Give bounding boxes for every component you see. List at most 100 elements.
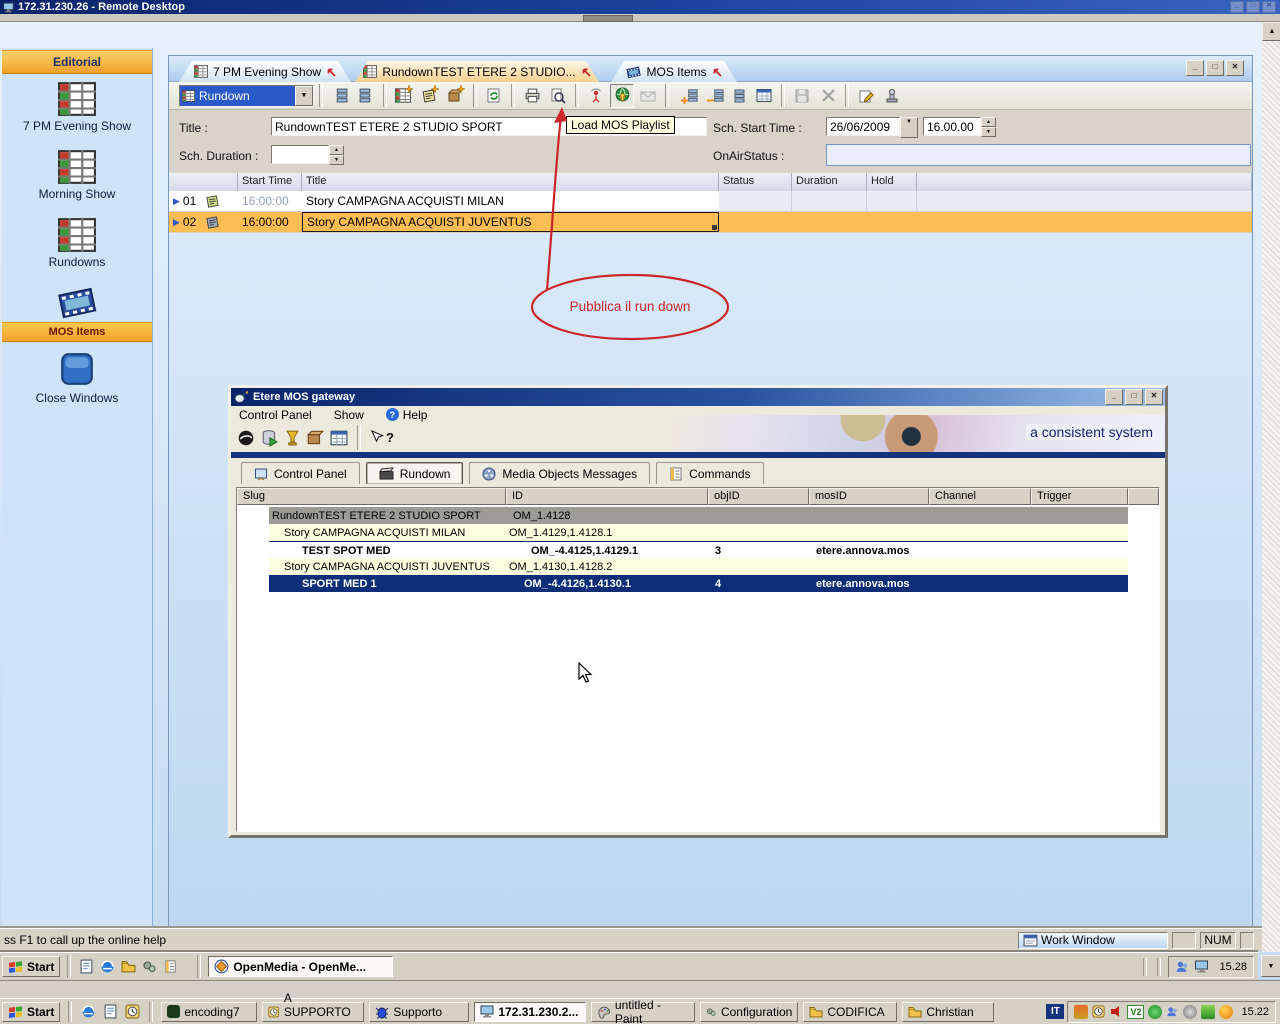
tray-clock-icon[interactable] (1092, 1005, 1105, 1018)
date-dropdown-button[interactable]: ▼ (900, 117, 918, 138)
gateway-close-button[interactable]: ✕ (1145, 389, 1163, 405)
cell-resize-handle[interactable] (712, 225, 717, 230)
col-slug[interactable]: Slug (237, 488, 506, 505)
taskbar-codifica[interactable]: CODIFICA (803, 1002, 897, 1022)
menu-control-panel[interactable]: Control Panel (239, 408, 312, 422)
col-title[interactable]: Title (302, 173, 719, 191)
print-button[interactable] (520, 84, 544, 108)
col-status[interactable]: Status (719, 173, 792, 191)
start-date-picker[interactable]: 26/06/2009 ▼ (826, 117, 918, 138)
taskbar-a-supporto[interactable]: A SUPPORTO ... (262, 1002, 364, 1022)
tray-grid-icon[interactable] (1074, 1005, 1088, 1019)
start-time-spinner[interactable]: 16.00.00 ▲ ▼ (923, 117, 996, 136)
insert-row-button[interactable] (674, 84, 698, 108)
save-button[interactable] (790, 84, 814, 108)
quicklaunch-clock-icon[interactable] (124, 1003, 141, 1020)
tray-volume-icon[interactable] (1109, 1005, 1123, 1019)
taskbar-christian[interactable]: Christian (902, 1002, 994, 1022)
tab-mos-items[interactable]: MOS Items (611, 61, 737, 82)
new-story-button[interactable] (418, 84, 442, 108)
world-icon[interactable] (237, 429, 255, 447)
load-mos-playlist-button[interactable] (610, 84, 634, 108)
rd-close-button[interactable]: ✕ (1262, 1, 1276, 13)
database-run-icon[interactable] (261, 429, 279, 447)
grid-row-test-spot-med[interactable]: TEST SPOT MED OM_-4.4125,1.4129.1 3 eter… (269, 541, 1128, 559)
col-id[interactable]: ID (506, 488, 708, 505)
time-down-button[interactable]: ▼ (981, 127, 996, 137)
col-channel[interactable]: Channel (929, 488, 1031, 505)
context-help-icon[interactable]: ? (370, 430, 394, 445)
columns-setup-button[interactable] (752, 84, 776, 108)
menu-help[interactable]: ? Help (386, 408, 428, 422)
scroll-down-button[interactable]: ▼ (1261, 955, 1280, 977)
print-preview-button[interactable] (546, 84, 570, 108)
tray-gray-icon[interactable] (1183, 1005, 1197, 1019)
window-close-button[interactable]: ✕ (1226, 60, 1244, 76)
tray-green-icon[interactable] (1148, 1005, 1162, 1019)
new-rundown-button[interactable] (392, 84, 416, 108)
quicklaunch-notes-icon[interactable] (162, 958, 179, 975)
on-air-button[interactable] (584, 84, 608, 108)
col-trigger[interactable]: Trigger (1031, 488, 1128, 505)
indent-row-button[interactable] (354, 84, 378, 108)
packages-icon[interactable] (306, 429, 324, 447)
work-window-panel[interactable]: Work Window (1018, 932, 1168, 949)
tab-rundowntest-etere[interactable]: RundownTEST ETERE 2 STUDIO... (355, 61, 599, 82)
grid-row-sport-med-1-selected[interactable]: SPORT MED 1 OM_-4.4126,1.4130.1 4 etere.… (269, 575, 1128, 592)
tray-users-icon[interactable] (1175, 959, 1190, 974)
grid-row-story-milan[interactable]: Story CAMPAGNA ACQUISTI MILAN OM_1.4129,… (269, 524, 1128, 541)
duration-up-button[interactable]: ▲ (329, 145, 344, 155)
duration-down-button[interactable]: ▼ (329, 155, 344, 165)
tab-7pm-evening-show[interactable]: 7 PM Evening Show (179, 61, 351, 82)
language-indicator[interactable]: IT (1046, 1004, 1064, 1019)
delete-row-button[interactable] (700, 84, 724, 108)
taskbar-configuration[interactable]: Configuration (700, 1002, 798, 1022)
col-mosid[interactable]: mosID (809, 488, 929, 505)
remote-start-button[interactable]: Start (2, 956, 60, 977)
gateway-tab-media-objects-messages[interactable]: Media Objects Messages (469, 462, 650, 484)
send-mail-button[interactable] (636, 84, 660, 108)
sidebar-item-mos-items[interactable]: MOS Items (2, 284, 152, 342)
new-package-button[interactable] (444, 84, 468, 108)
tray-display-icon[interactable] (1194, 960, 1209, 973)
approve-stamp-button[interactable] (880, 84, 904, 108)
col-hold[interactable]: Hold (867, 173, 917, 191)
gateway-tab-rundown[interactable]: Rundown (366, 462, 464, 484)
quicklaunch-folder-icon[interactable] (120, 958, 137, 975)
taskbar-openmedia-button[interactable]: OpenMedia - OpenMe... (208, 956, 393, 977)
tray-users-icon[interactable] (1166, 1005, 1179, 1018)
duration-spinner[interactable]: ▲ ▼ (271, 145, 344, 164)
taskbar-supporto[interactable]: Supporto (369, 1002, 469, 1022)
taskbar-paint[interactable]: untitled - Paint (591, 1002, 695, 1022)
quicklaunch-ie-icon[interactable] (99, 958, 116, 975)
rd-vertical-scrollbar[interactable]: ▲ (1262, 22, 1280, 952)
col-duration[interactable]: Duration (792, 173, 867, 191)
quicklaunch-ie-icon[interactable] (80, 1003, 97, 1020)
tray-v2-icon[interactable]: V2 (1127, 1005, 1144, 1019)
quicklaunch-document-icon[interactable] (78, 958, 95, 975)
grid-row-story-juventus[interactable]: Story CAMPAGNA ACQUISTI JUVENTUS OM_1.41… (269, 558, 1128, 575)
quicklaunch-gears-icon[interactable] (141, 958, 158, 975)
grid-window-icon[interactable] (330, 430, 348, 446)
sidebar-item-7pm-evening-show[interactable]: 7 PM Evening Show (2, 82, 152, 133)
grid-row-rundown[interactable]: RundownTEST ETERE 2 STUDIO SPORT OM_1.41… (269, 507, 1128, 524)
move-row-button[interactable] (726, 84, 750, 108)
rd-restore-button[interactable]: □ (1246, 1, 1260, 13)
dropdown-arrow-button[interactable]: ▼ (295, 86, 313, 106)
gateway-minimize-button[interactable]: _ (1105, 389, 1123, 405)
rundown-row-02-selected[interactable]: ▶ 02 16:00:00 Story CAMPAGNA ACQUISTI JU… (169, 212, 1252, 232)
delete-button[interactable] (816, 84, 840, 108)
quicklaunch-mail-icon[interactable] (102, 1003, 119, 1020)
local-start-button[interactable]: Start (2, 1002, 60, 1022)
time-up-button[interactable]: ▲ (981, 117, 996, 127)
taskbar-remote-desktop[interactable]: 172.31.230.2... (474, 1002, 586, 1022)
refresh-button[interactable] (482, 84, 506, 108)
gateway-tab-control-panel[interactable]: Control Panel (241, 462, 360, 484)
edit-button[interactable] (854, 84, 878, 108)
window-maximize-button[interactable]: □ (1206, 60, 1224, 76)
gold-cup-icon[interactable] (285, 429, 300, 446)
rd-horizontal-scrollbar[interactable] (0, 14, 1280, 22)
menu-show[interactable]: Show (334, 408, 364, 422)
sidebar-item-rundowns[interactable]: Rundowns (2, 218, 152, 269)
tray-shield-icon[interactable] (1201, 1005, 1215, 1019)
